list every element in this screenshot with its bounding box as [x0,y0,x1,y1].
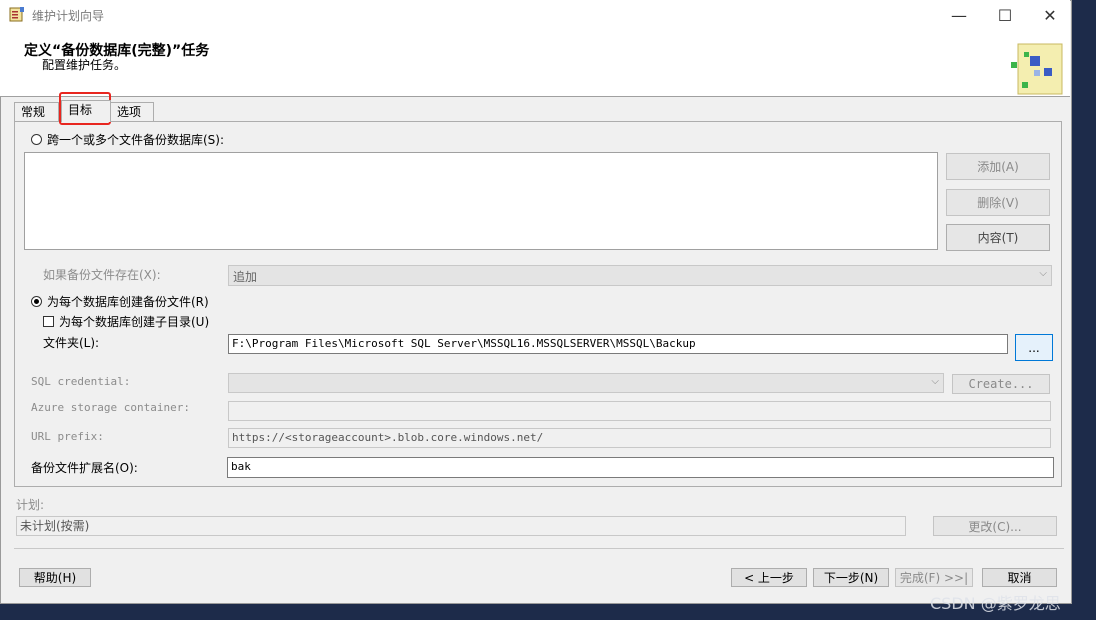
backup-file-list[interactable] [24,152,938,250]
url-prefix-input[interactable]: https://<storageaccount>.blob.core.windo… [228,428,1051,448]
extension-label: 备份文件扩展名(O): [31,461,138,475]
remove-button[interactable]: 删除(V) [946,189,1050,216]
window-title: 维护计划向导 [32,9,105,23]
extension-input[interactable]: bak [227,457,1054,478]
add-button[interactable]: 添加(A) [946,153,1050,180]
if-exists-label: 如果备份文件存在(X): [43,268,161,282]
azure-container-input[interactable] [228,401,1051,421]
folder-label: 文件夹(L): [43,336,100,350]
sql-credential-label: SQL credential: [31,375,131,388]
if-exists-combo[interactable]: 追加 ⌵ [228,265,1052,286]
tab-general[interactable]: 常规 [14,102,59,122]
url-prefix-label: URL prefix: [31,430,104,443]
tab-options[interactable]: 选项 [110,102,154,122]
schedule-label: 计划: [16,498,45,512]
title-bar [0,0,1070,30]
subdirectory-label: 为每个数据库创建子目录(U) [59,315,210,329]
finish-button[interactable]: 完成(F) >>| [895,568,973,587]
contents-button[interactable]: 内容(T) [946,224,1050,251]
schedule-value: 未计划(按需) [16,516,906,536]
subdirectory-checkbox[interactable] [43,316,54,327]
change-schedule-button[interactable]: 更改(C)... [933,516,1057,536]
azure-container-label: Azure storage container: [31,401,190,414]
folder-input[interactable]: F:\Program Files\Microsoft SQL Server\MS… [228,334,1008,354]
cancel-button[interactable]: 取消 [982,568,1057,587]
page-subtitle: 配置维护任务。 [42,58,127,72]
browse-folder-button[interactable]: ... [1015,334,1053,361]
span-files-radio[interactable] [31,134,42,145]
span-files-label: 跨一个或多个文件备份数据库(S): [47,133,225,147]
tab-destination[interactable]: 目标 [61,100,111,122]
next-button[interactable]: 下一步(N) [813,568,889,587]
per-database-label: 为每个数据库创建备份文件(R) [47,295,209,309]
footer-divider [14,548,1064,549]
create-credential-button[interactable]: Create... [952,374,1050,394]
per-database-radio[interactable] [31,296,42,307]
wizard-header-icon [1011,43,1063,95]
sql-credential-combo[interactable]: ⌵ [228,373,944,393]
watermark: CSDN @紫罗龙思 [930,594,1061,613]
help-button[interactable]: 帮助(H) [19,568,91,587]
if-exists-value: 追加 [233,270,258,284]
maximize-button[interactable]: ☐ [982,0,1028,30]
close-button[interactable]: ✕ [1027,0,1073,30]
chevron-down-icon: ⌵ [931,376,939,387]
back-button[interactable]: < 上一步 [731,568,807,587]
chevron-down-icon: ⌵ [1039,268,1047,279]
minimize-button[interactable]: — [936,0,982,30]
app-icon [9,7,24,22]
